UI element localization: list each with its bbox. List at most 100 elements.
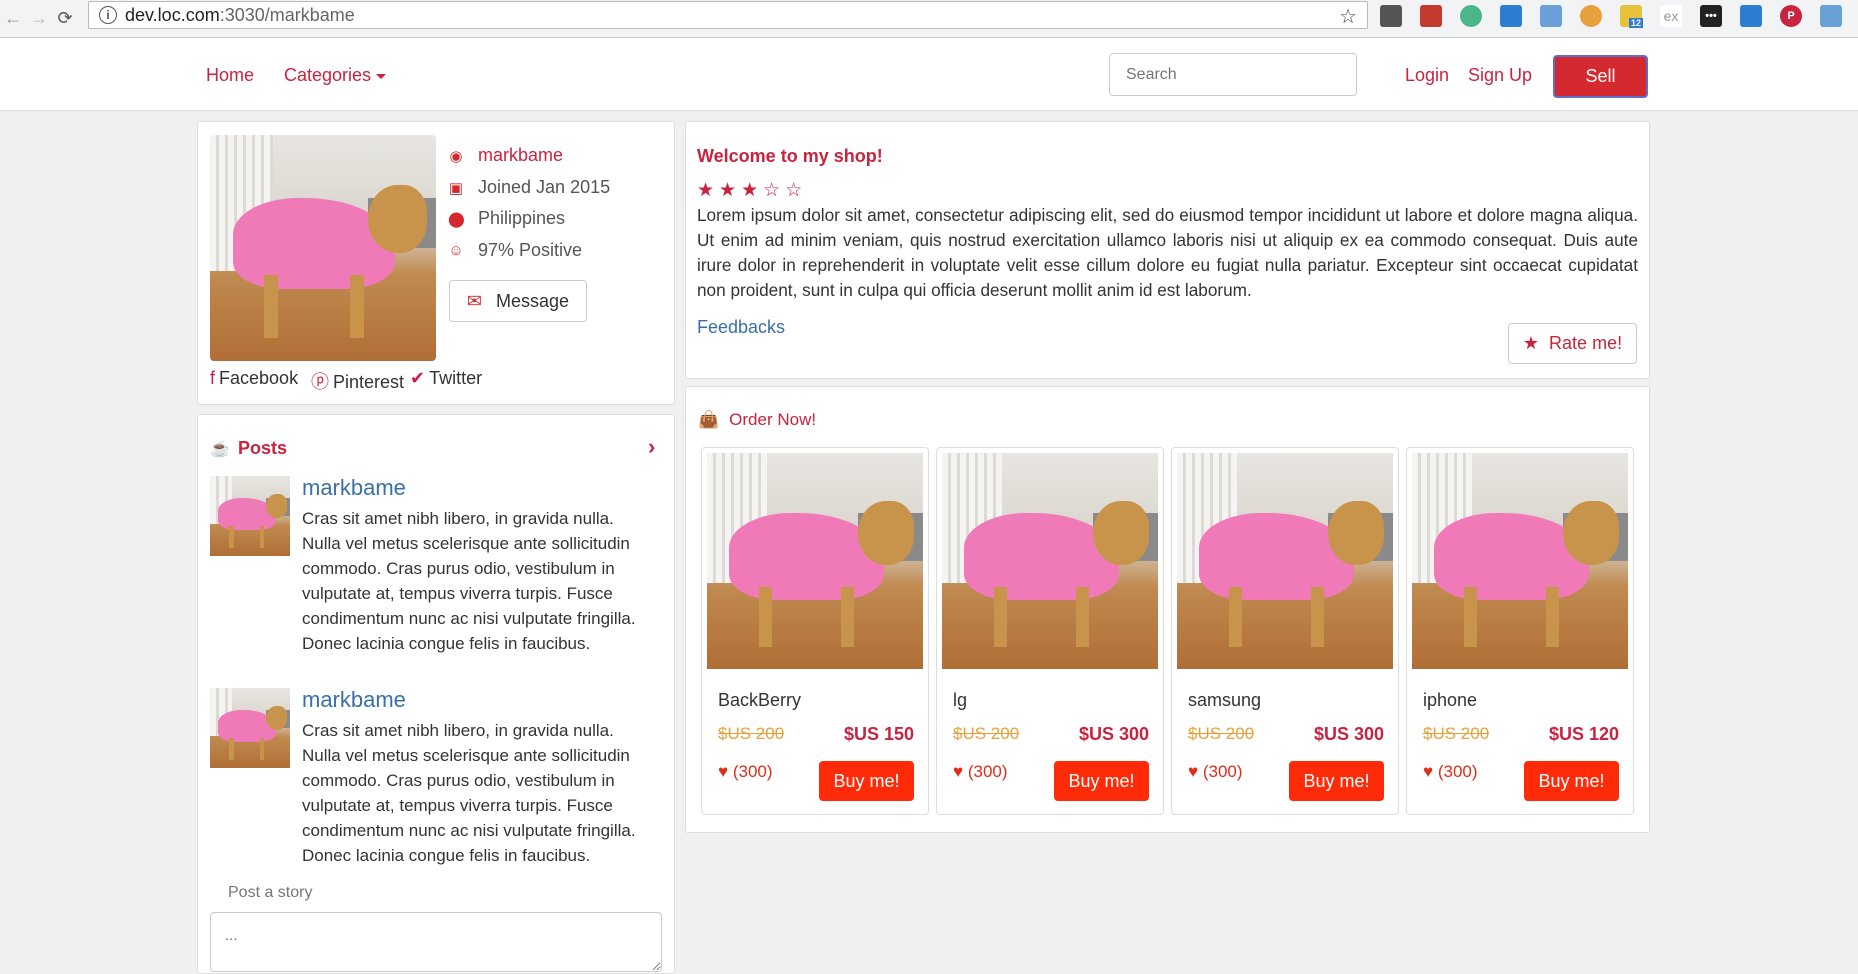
heart-icon: ♥ [1423,762,1434,781]
buy-button[interactable]: Buy me! [1054,761,1149,801]
address-bar[interactable]: i dev.loc.com:3030/markbame ☆ [88,1,1368,29]
profile-location: Philippines [478,208,566,228]
post-author-link[interactable]: markbame [302,475,406,501]
pinterest-label: Pinterest [333,372,405,392]
feedbacks-link[interactable]: Feedbacks [697,317,785,338]
extension-last-icon[interactable] [1820,5,1842,27]
extension-blue-icon[interactable] [1500,5,1522,27]
product-card[interactable]: BackBerry $US 200 $US 150 ♥ (300) Buy me… [701,447,929,815]
envelope-icon: ✉ [466,290,483,311]
sell-button[interactable]: Sell [1553,55,1648,98]
product-old-price: $US 200 [953,724,1020,743]
product-name[interactable]: BackBerry [718,690,801,711]
order-now-heading: 👜 Order Now! [698,410,816,430]
url-path: :3030/markbame [219,4,355,25]
product-price: $US 300 [1313,724,1384,744]
smile-icon: ☺ [448,242,464,259]
product-price: $US 150 [843,724,914,744]
product-image[interactable] [942,453,1158,669]
nav-home-link[interactable]: Home [206,65,254,86]
facebook-icon: f [210,368,216,388]
profile-avatar [210,135,436,361]
extension-bolt-icon[interactable]: 12 [1620,5,1644,28]
post-thumbnail [210,688,290,768]
bookmark-star-icon[interactable]: ☆ [1339,4,1357,29]
buy-button[interactable]: Buy me! [1289,761,1384,801]
extension-target-icon[interactable] [1460,5,1482,27]
cast-icon[interactable] [1380,5,1402,27]
extension-ex-icon[interactable]: ex [1660,5,1682,27]
product-likes[interactable]: ♥ (300) [718,762,773,782]
product-card[interactable]: lg $US 200 $US 300 ♥ (300) Buy me! [936,447,1164,815]
extension-ex-label: ex [1663,8,1679,24]
chevron-right-icon[interactable]: › [648,434,655,460]
post-body: Cras sit amet nibh libero, in gravida nu… [302,721,636,865]
likes-count: (300) [732,762,773,781]
product-image[interactable] [1412,453,1628,669]
profile-username-row: ◉ markbame [448,145,563,166]
pinterest-ext-icon[interactable]: P [1780,5,1802,27]
shopping-bag-icon: 👜 [698,410,720,429]
product-likes[interactable]: ♥ (300) [953,762,1008,782]
story-textarea[interactable] [210,912,662,972]
heart-icon: ♥ [1188,762,1199,781]
post-body: Cras sit amet nibh libero, in gravida nu… [302,509,636,653]
coffee-icon: ☕ [210,441,230,458]
caret-down-icon [376,73,387,79]
product-old-price: $US 200 [1188,724,1255,743]
twitter-icon: ✔ [410,368,426,388]
product-likes[interactable]: ♥ (300) [1188,762,1243,782]
likes-count: (300) [967,762,1008,781]
product-old-price: $US 200 [718,724,785,743]
profile-rating-row: ☺ 97% Positive [448,240,582,261]
product-price: $US 120 [1548,724,1619,744]
heart-icon: ♥ [953,762,964,781]
buy-button[interactable]: Buy me! [819,761,914,801]
product-price: $US 300 [1078,724,1149,744]
pinterest-icon: ⓟ [311,372,329,392]
back-arrow-icon[interactable]: ← [0,8,26,29]
info-icon[interactable]: i [99,6,117,24]
product-name[interactable]: samsung [1188,690,1261,711]
product-name[interactable]: lg [953,690,967,711]
extension-pinwheel-icon[interactable] [1580,5,1602,27]
heart-icon: ♥ [718,762,729,781]
calendar-check-icon: ▣ [448,179,464,197]
buy-button[interactable]: Buy me! [1524,761,1619,801]
extension-broom-icon[interactable] [1540,5,1562,27]
extension-red-icon[interactable] [1420,5,1442,27]
profile-joined: Joined Jan 2015 [478,177,611,197]
order-now-label: Order Now! [729,410,817,429]
product-image[interactable] [1177,453,1393,669]
post-author-link[interactable]: markbame [302,687,406,713]
product-image[interactable] [707,453,923,669]
forward-arrow-icon[interactable]: → [26,8,52,29]
rate-button[interactable]: ★ Rate me! [1508,323,1637,364]
profile-location-row: ⬤ Philippines [448,208,565,229]
product-card[interactable]: iphone $US 200 $US 120 ♥ (300) Buy me! [1406,447,1634,815]
map-marker-icon: ⬤ [448,210,465,228]
search-input[interactable] [1109,53,1357,96]
profile-username[interactable]: markbame [478,145,563,166]
shop-welcome-title: Welcome to my shop! [697,146,883,166]
product-likes[interactable]: ♥ (300) [1423,762,1478,782]
posts-title: Posts [238,438,288,458]
nav-categories-dropdown[interactable]: Categories [284,65,387,86]
extension-translate-icon[interactable] [1740,5,1762,27]
post-story-label: Post a story [228,884,313,901]
twitter-link[interactable]: ✔ Twitter [410,368,482,389]
extension-badge: 12 [1629,18,1644,28]
nav-login-link[interactable]: Login [1405,65,1449,86]
facebook-link[interactable]: f Facebook [210,368,298,389]
reload-icon[interactable]: ⟳ [52,8,78,29]
profile-rating: 97% Positive [478,240,583,260]
url-host: dev.loc.com [125,4,220,25]
product-old-price: $US 200 [1423,724,1490,743]
nav-signup-link[interactable]: Sign Up [1468,65,1532,86]
likes-count: (300) [1437,762,1478,781]
pinterest-link[interactable]: ⓟ Pinterest [311,368,404,394]
product-card[interactable]: samsung $US 200 $US 300 ♥ (300) Buy me! [1171,447,1399,815]
message-button[interactable]: ✉ Message [449,280,587,322]
product-name[interactable]: iphone [1423,690,1477,711]
extension-dots-icon[interactable]: ••• [1700,5,1722,27]
